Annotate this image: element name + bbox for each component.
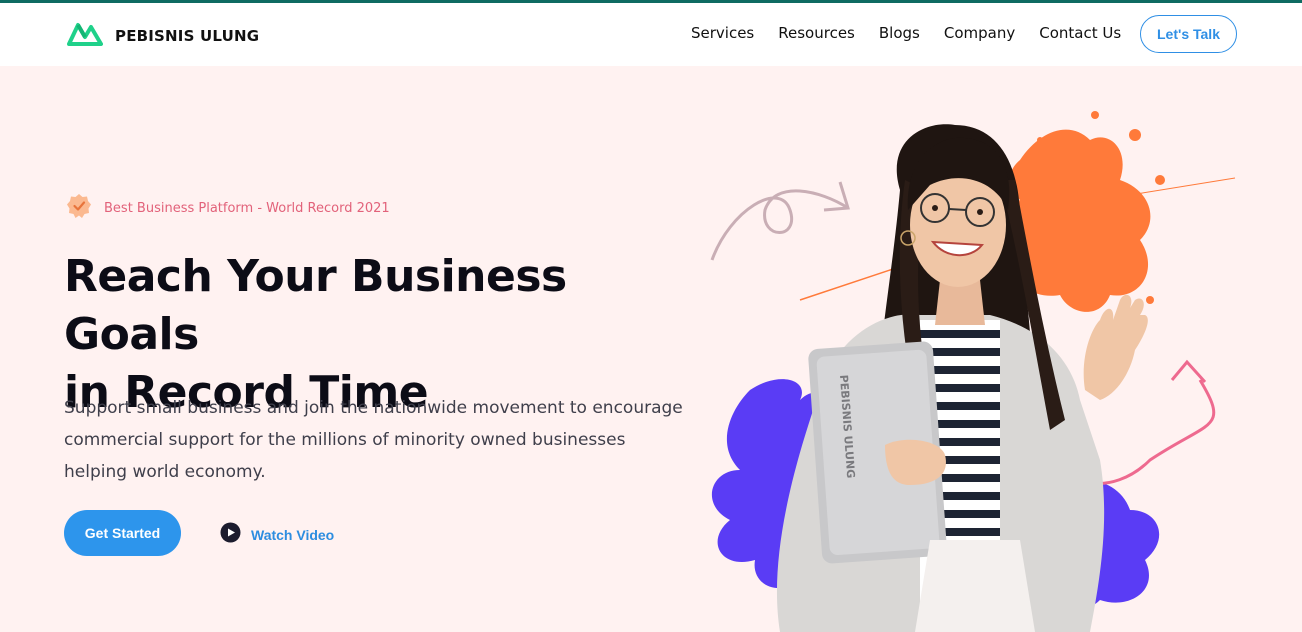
award-badge: Best Business Platform - World Record 20…: [66, 193, 390, 223]
nav-resources[interactable]: Resources: [778, 24, 855, 42]
nav-contact-us[interactable]: Contact Us: [1039, 24, 1121, 42]
watch-video-label: Watch Video: [251, 526, 335, 543]
brand-name: PEBISNIS ULUNG: [115, 27, 260, 45]
curly-arrow-left: [710, 189, 849, 261]
mountain-logo-icon: [67, 21, 103, 51]
brand[interactable]: PEBISNIS ULUNG: [67, 21, 259, 51]
headline-line-1: Reach Your Business Goals: [64, 251, 567, 360]
hero-illustration: PEBISNIS ULUNG: [710, 111, 1236, 632]
nav-blogs[interactable]: Blogs: [879, 24, 920, 42]
nav-company[interactable]: Company: [944, 24, 1015, 42]
main-nav: Services Resources Blogs Company Contact…: [691, 24, 1121, 42]
curly-arrow-right-head: [1170, 359, 1207, 384]
checkmark-badge-icon: [66, 193, 92, 223]
get-started-button[interactable]: Get Started: [64, 510, 181, 556]
play-icon: [220, 522, 241, 547]
watch-video-link[interactable]: Watch Video: [220, 522, 334, 547]
hero-description: Support small business and join the nati…: [64, 398, 683, 482]
site-header: PEBISNIS ULUNG Services Resources Blogs …: [0, 3, 1302, 66]
badge-text: Best Business Platform - World Record 20…: [104, 200, 390, 216]
nav-services[interactable]: Services: [691, 24, 754, 42]
lets-talk-button[interactable]: Let's Talk: [1140, 15, 1237, 53]
